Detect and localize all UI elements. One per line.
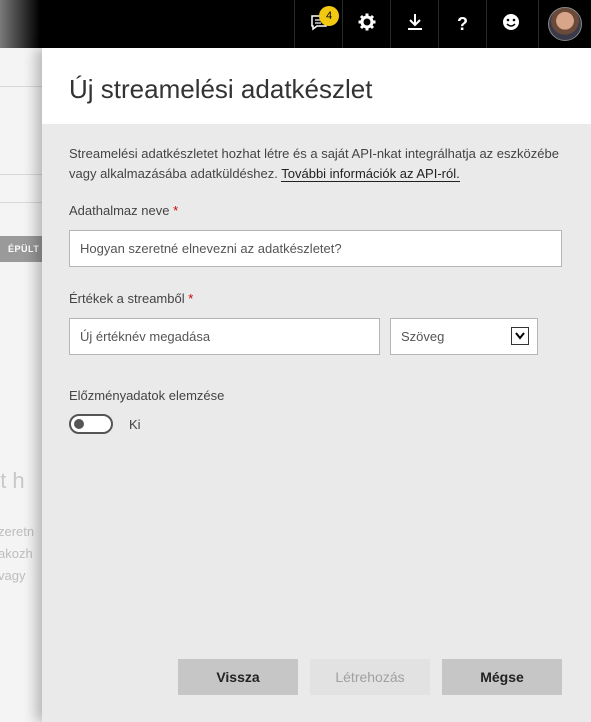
feedback-button[interactable] [486,0,534,48]
required-mark: * [173,203,179,218]
help-button[interactable]: ? [438,0,486,48]
dataset-name-label-text: Adathalmaz neve [69,203,170,218]
background-text-line: zeretn [0,524,35,539]
divider [0,174,42,175]
gear-icon [358,13,376,36]
chevron-down-icon [511,327,529,345]
settings-button[interactable] [342,0,390,48]
divider [0,86,42,87]
background-heading: 't h [0,468,25,493]
values-label-text: Értékek a streamből [69,291,185,306]
cancel-button[interactable]: Mégse [442,659,562,695]
background-page: ÉPÜLT 't h zeretn akozh vagy [0,48,42,722]
background-text-line: vagy [0,568,26,583]
download-icon [407,13,423,36]
account-button[interactable] [538,0,591,48]
value-name-input[interactable]: Új értéknév megadása [69,318,380,355]
panel-body: Streamelési adatkészletet hozhat létre é… [42,124,591,184]
back-button[interactable]: Vissza [178,659,298,695]
required-mark: * [188,291,194,306]
values-label: Értékek a streamből * [69,291,193,306]
history-label: Előzményadatok elemzése [69,388,225,403]
value-type-select[interactable]: Szöveg [390,318,538,355]
create-button[interactable]: Létrehozás [310,659,430,695]
panel-title: Új streamelési adatkészlet [69,74,373,104]
notification-badge: 4 [319,6,339,26]
dataset-name-input[interactable]: Hogyan szeretné elnevezni az adatkészlet… [69,230,562,267]
panel-description: Streamelési adatkészletet hozhat létre é… [69,144,559,184]
dataset-name-label: Adathalmaz neve * [69,203,178,218]
top-bar: 4 ? [0,0,591,48]
toggle-knob [74,419,84,429]
notifications-button[interactable]: 4 [294,0,342,48]
panel-header: Új streamelési adatkészlet [42,48,591,124]
avatar [548,7,582,41]
background-text-line: akozh [0,546,33,561]
help-icon: ? [457,13,468,34]
history-toggle-state: Ki [129,417,141,432]
history-toggle[interactable] [69,414,113,434]
api-info-link[interactable]: További információk az API-ról. [281,166,460,182]
download-button[interactable] [390,0,438,48]
divider [0,202,42,203]
background-tag: ÉPÜLT [0,236,42,262]
streaming-dataset-panel: Új streamelési adatkészlet Streamelési a… [42,48,591,722]
value-type-selected: Szöveg [401,329,445,344]
smiley-icon [502,13,520,36]
topbar-fade [0,0,40,48]
